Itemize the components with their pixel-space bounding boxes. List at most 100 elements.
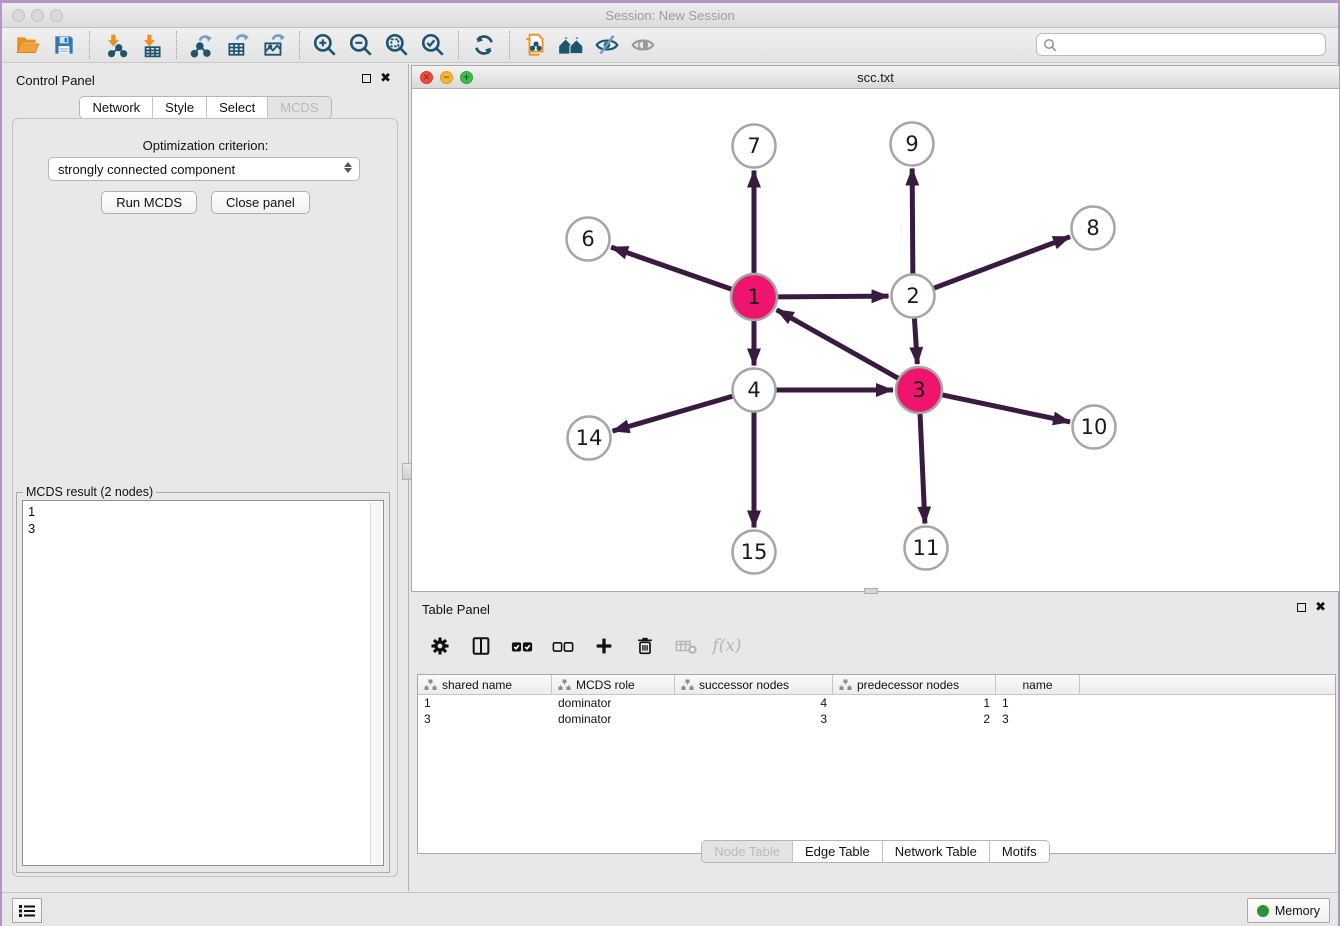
close-panel-button[interactable]: Close panel — [211, 191, 310, 214]
graph-edge-1-6[interactable] — [611, 247, 731, 289]
graph-node-label: 1 — [747, 285, 760, 309]
hide-panel-icon[interactable] — [589, 30, 625, 60]
toolbar-separator — [89, 31, 90, 59]
column-header-predecessor-nodes[interactable]: predecessor nodes — [833, 675, 996, 694]
settings-gear-icon[interactable] — [427, 633, 453, 659]
table-cell[interactable]: 1 — [996, 696, 1080, 710]
network-window-titlebar[interactable]: ✕ − + scc.txt — [412, 66, 1339, 89]
graph-edge-2-3[interactable] — [914, 318, 917, 364]
table-row[interactable]: 3dominator323 — [418, 711, 1335, 727]
home-icon[interactable] — [553, 30, 589, 60]
add-icon[interactable] — [591, 633, 617, 659]
table-cell[interactable]: dominator — [552, 696, 675, 710]
network-resize-handle[interactable] — [864, 588, 878, 594]
graph-node-15[interactable]: 15 — [733, 531, 776, 574]
search-input[interactable] — [1061, 38, 1319, 52]
table-cell[interactable]: dominator — [552, 712, 675, 726]
float-panel-icon[interactable] — [362, 74, 371, 83]
graph-edge-2-8[interactable] — [934, 237, 1070, 288]
optimization-criterion-label: Optimization criterion: — [4, 138, 407, 153]
zoom-selected-icon[interactable] — [415, 30, 451, 60]
unselect-all-columns-icon[interactable] — [550, 633, 576, 659]
graph-node-3[interactable]: 3 — [896, 367, 942, 413]
graph-node-14[interactable]: 14 — [568, 417, 611, 460]
tab-select[interactable]: Select — [207, 97, 268, 118]
graph-edge-2-9[interactable] — [912, 168, 913, 273]
tab-mcds[interactable]: MCDS — [268, 97, 330, 118]
apply-layout-icon[interactable] — [466, 30, 502, 60]
save-session-icon[interactable] — [46, 30, 82, 60]
import-network-icon[interactable] — [97, 30, 133, 60]
column-header-name[interactable]: name — [996, 675, 1080, 694]
table-cell[interactable]: 1 — [833, 696, 996, 710]
tab-style[interactable]: Style — [153, 97, 207, 118]
export-table-icon[interactable] — [220, 30, 256, 60]
run-mcds-button[interactable]: Run MCDS — [101, 191, 197, 214]
graph-edge-3-10[interactable] — [942, 395, 1070, 422]
tab-motifs[interactable]: Motifs — [990, 841, 1049, 862]
duplicate-network-icon[interactable] — [517, 30, 553, 60]
tab-network-table[interactable]: Network Table — [883, 841, 990, 862]
zoom-out-icon[interactable] — [343, 30, 379, 60]
tab-node-table[interactable]: Node Table — [702, 841, 793, 862]
graph-node-1[interactable]: 1 — [731, 274, 777, 320]
import-table-icon[interactable] — [133, 30, 169, 60]
float-table-panel-icon[interactable] — [1297, 603, 1306, 612]
close-table-panel-icon[interactable]: ✖ — [1315, 602, 1326, 613]
graph-node-label: 15 — [741, 540, 768, 564]
graph-node-2[interactable]: 2 — [892, 275, 935, 318]
graph-edge-1-2[interactable] — [778, 296, 889, 297]
network-view-window: ✕ − + scc.txt 7 9 6 8 1 2 3 4 14 10 15 11 — [411, 65, 1340, 592]
graph-edge-4-14[interactable] — [613, 396, 733, 431]
table-panel-title: Table Panel — [422, 602, 490, 617]
scrollbar-track[interactable] — [370, 502, 382, 864]
graph-node-4[interactable]: 4 — [733, 369, 776, 412]
table-cell[interactable]: 3 — [418, 712, 552, 726]
graph-edge-3-11[interactable] — [920, 414, 925, 524]
task-history-button[interactable] — [12, 898, 42, 923]
title-bar: Session: New Session — [2, 3, 1338, 28]
network-graph-canvas[interactable]: 7 9 6 8 1 2 3 4 14 10 15 11 — [412, 89, 1340, 592]
graph-node-label: 7 — [747, 134, 760, 158]
show-graphics-icon[interactable] — [625, 30, 661, 60]
zoom-in-icon[interactable] — [307, 30, 343, 60]
close-panel-icon[interactable]: ✖ — [380, 73, 391, 84]
column-header-successor-nodes[interactable]: successor nodes — [675, 675, 833, 694]
graph-node-10[interactable]: 10 — [1073, 406, 1116, 449]
table-cell[interactable]: 3 — [675, 712, 833, 726]
tab-edge-table[interactable]: Edge Table — [793, 841, 883, 862]
mcds-result-text[interactable]: 13 — [22, 500, 384, 866]
table-row[interactable]: 1dominator411 — [418, 695, 1335, 711]
column-header-shared-name[interactable]: shared name — [418, 675, 552, 694]
graph-node-7[interactable]: 7 — [733, 125, 776, 168]
open-session-icon[interactable] — [10, 30, 46, 60]
graph-node-9[interactable]: 9 — [891, 123, 934, 166]
show-columns-icon[interactable] — [468, 633, 494, 659]
optimization-criterion-select[interactable]: strongly connected component — [48, 157, 360, 181]
graph-node-6[interactable]: 6 — [567, 218, 610, 261]
graph-node-11[interactable]: 11 — [905, 527, 948, 570]
export-image-icon[interactable] — [256, 30, 292, 60]
tab-network[interactable]: Network — [80, 97, 153, 118]
toolbar-separator — [299, 31, 300, 59]
main-toolbar — [2, 28, 1338, 63]
column-header-mcds-role[interactable]: MCDS role — [552, 675, 675, 694]
graph-node-label: 10 — [1081, 415, 1108, 439]
table-panel: Table Panel ✖ — [411, 595, 1340, 890]
table-cell[interactable]: 2 — [833, 712, 996, 726]
status-bar: Memory — [2, 892, 1338, 926]
memory-button[interactable]: Memory — [1247, 898, 1330, 923]
zoom-fit-icon[interactable] — [379, 30, 415, 60]
graph-node-8[interactable]: 8 — [1072, 207, 1115, 250]
delete-table-icon[interactable] — [673, 633, 699, 659]
graph-edge-3-1[interactable] — [777, 310, 898, 378]
delete-icon[interactable] — [632, 633, 658, 659]
table-cell[interactable]: 4 — [675, 696, 833, 710]
table-body: 1dominator4113dominator323 — [418, 695, 1335, 727]
table-cell[interactable]: 1 — [418, 696, 552, 710]
control-panel-title: Control Panel — [16, 73, 95, 88]
select-all-columns-icon[interactable] — [509, 633, 535, 659]
table-cell[interactable]: 3 — [996, 712, 1080, 726]
column-header-label: predecessor nodes — [857, 678, 959, 692]
export-network-icon[interactable] — [184, 30, 220, 60]
